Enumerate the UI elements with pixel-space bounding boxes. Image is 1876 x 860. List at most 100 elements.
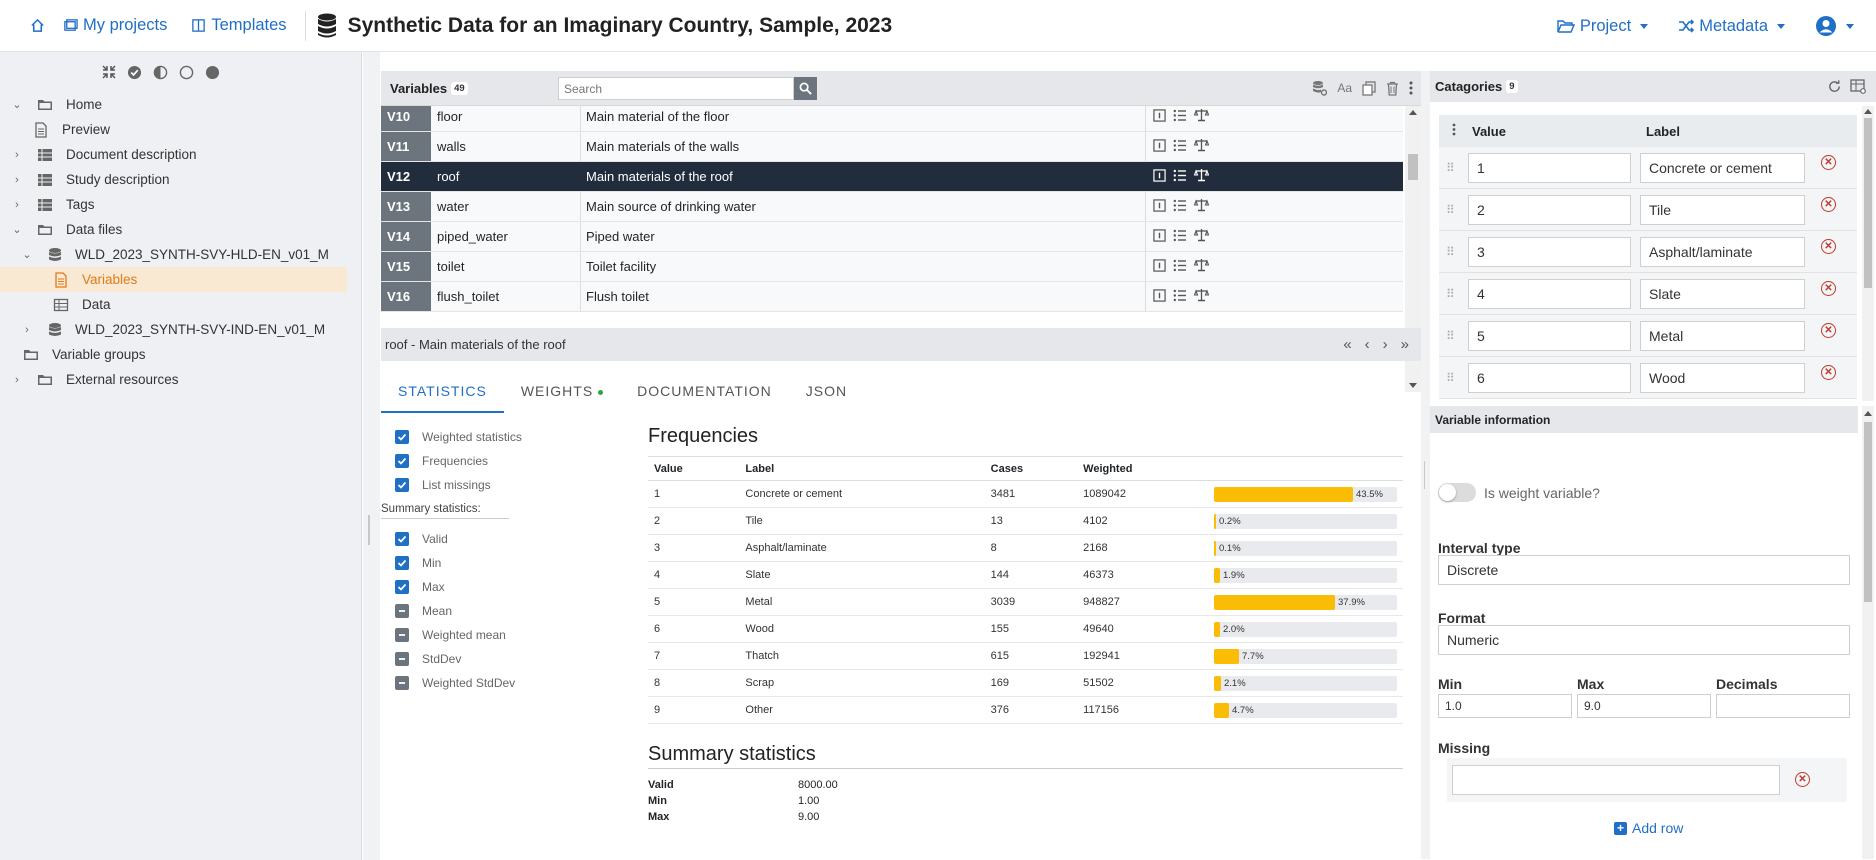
- category-value-field[interactable]: 1: [1468, 153, 1631, 183]
- checkbox-icon[interactable]: [395, 580, 409, 594]
- scroll-up-arrow[interactable]: [1409, 110, 1417, 115]
- chevron-down-icon[interactable]: ⌄: [12, 99, 22, 111]
- option-checkbox[interactable]: Weighted statistics: [395, 425, 595, 449]
- option-checkbox[interactable]: Mean: [395, 599, 595, 623]
- weight-scale-icon[interactable]: [1193, 138, 1210, 155]
- tab-json[interactable]: JSON: [789, 373, 864, 413]
- empty-circle-icon[interactable]: [179, 64, 195, 80]
- text-case-icon[interactable]: Aa: [1337, 81, 1352, 95]
- scroll-thumb[interactable]: [1864, 118, 1872, 288]
- checkbox-icon[interactable]: [395, 628, 409, 642]
- project-menu[interactable]: Project: [1557, 17, 1649, 36]
- tree-item-home[interactable]: ⌄ Home: [0, 92, 361, 117]
- chevron-down-icon[interactable]: ⌄: [12, 224, 22, 236]
- category-label-field[interactable]: Wood: [1640, 363, 1805, 393]
- tab-weights[interactable]: WEIGHTS: [504, 373, 620, 413]
- value-icon[interactable]: [1153, 228, 1166, 245]
- category-value-field[interactable]: 3: [1468, 237, 1631, 267]
- category-value-field[interactable]: 2: [1468, 195, 1631, 225]
- remove-category-icon[interactable]: ✕: [1821, 281, 1836, 296]
- next-page-icon[interactable]: ›: [1383, 336, 1388, 353]
- checkbox-icon[interactable]: [395, 652, 409, 666]
- tree-item-hld-dataset[interactable]: ⌄ WLD_2023_SYNTH-SVY-HLD-EN_v01_M: [0, 242, 361, 267]
- checkbox-icon[interactable]: [395, 532, 409, 546]
- remove-category-icon[interactable]: ✕: [1821, 197, 1836, 212]
- chevron-right-icon[interactable]: ›: [12, 199, 22, 211]
- tree-item-document-description[interactable]: › Document description: [0, 142, 361, 167]
- tab-statistics[interactable]: STATISTICS: [381, 373, 504, 413]
- add-row-button[interactable]: + Add row: [1614, 820, 1683, 836]
- remove-category-icon[interactable]: ✕: [1821, 239, 1836, 254]
- value-icon[interactable]: [1153, 108, 1166, 125]
- value-icon[interactable]: [1153, 198, 1166, 215]
- category-value-field[interactable]: 6: [1468, 363, 1631, 393]
- tree-item-external-resources[interactable]: › External resources: [0, 367, 361, 392]
- value-icon[interactable]: [1153, 168, 1166, 185]
- category-row[interactable]: ⠿ 3 Asphalt/laminate ✕: [1439, 231, 1857, 273]
- tree-item-tags[interactable]: › Tags: [0, 192, 361, 217]
- checkbox-icon[interactable]: [395, 604, 409, 618]
- chevron-down-icon[interactable]: ⌄: [22, 249, 32, 261]
- category-row[interactable]: ⠿ 4 Slate ✕: [1439, 273, 1857, 315]
- value-icon[interactable]: [1153, 138, 1166, 155]
- option-checkbox[interactable]: Weighted mean: [395, 623, 595, 647]
- table-row[interactable]: V13 water Main source of drinking water: [381, 192, 1403, 222]
- category-label-field[interactable]: Slate: [1640, 279, 1805, 309]
- table-row[interactable]: V10 floor Main material of the floor: [381, 106, 1403, 132]
- checkbox-icon[interactable]: [395, 430, 409, 444]
- table-row[interactable]: V11 walls Main materials of the walls: [381, 132, 1403, 162]
- scroll-up-arrow[interactable]: [1864, 109, 1872, 114]
- drag-handle-icon[interactable]: ⠿: [1446, 287, 1455, 301]
- chevron-right-icon[interactable]: ›: [12, 374, 22, 386]
- weight-scale-icon[interactable]: [1193, 258, 1210, 275]
- kebab-menu-icon[interactable]: [1409, 81, 1413, 95]
- option-checkbox[interactable]: List missings: [395, 473, 595, 497]
- list-icon[interactable]: [1173, 199, 1187, 215]
- tree-item-variables[interactable]: Variables: [0, 267, 347, 292]
- remove-category-icon[interactable]: ✕: [1821, 155, 1836, 170]
- chevron-right-icon[interactable]: ›: [12, 174, 22, 186]
- weight-scale-icon[interactable]: [1193, 108, 1210, 125]
- list-icon[interactable]: [1173, 229, 1187, 245]
- tab-documentation[interactable]: DOCUMENTATION: [620, 373, 789, 413]
- database-settings-icon[interactable]: [1311, 80, 1328, 96]
- scroll-thumb[interactable]: [1864, 422, 1872, 602]
- weight-scale-icon[interactable]: [1193, 168, 1210, 185]
- checkbox-icon[interactable]: [395, 478, 409, 492]
- remove-category-icon[interactable]: ✕: [1821, 323, 1836, 338]
- tree-item-variable-groups[interactable]: Variable groups: [0, 342, 361, 367]
- table-row[interactable]: V12 roof Main materials of the roof: [381, 162, 1403, 192]
- tree-item-data-files[interactable]: ⌄ Data files: [0, 217, 361, 242]
- weight-scale-icon[interactable]: [1193, 198, 1210, 215]
- half-circle-icon[interactable]: [153, 64, 169, 80]
- list-icon[interactable]: [1173, 169, 1187, 185]
- checkbox-icon[interactable]: [395, 454, 409, 468]
- list-icon[interactable]: [1173, 109, 1187, 125]
- table-row[interactable]: V16 flush_toilet Flush toilet: [381, 282, 1403, 312]
- category-row[interactable]: ⠿ 6 Wood ✕: [1439, 357, 1857, 399]
- checkbox-icon[interactable]: [395, 556, 409, 570]
- filled-circle-icon[interactable]: [205, 64, 221, 80]
- my-projects-link[interactable]: My projects: [63, 16, 167, 35]
- last-page-icon[interactable]: »: [1401, 336, 1409, 353]
- checkbox-icon[interactable]: [395, 676, 409, 690]
- chevron-right-icon[interactable]: ›: [12, 149, 22, 161]
- list-icon[interactable]: [1173, 259, 1187, 275]
- chevron-right-icon[interactable]: ›: [22, 324, 32, 336]
- trash-icon[interactable]: [1386, 81, 1399, 96]
- drag-handle-icon[interactable]: ⠿: [1446, 161, 1455, 175]
- kebab-menu-icon[interactable]: [1452, 123, 1466, 139]
- missing-value-field[interactable]: [1452, 765, 1780, 795]
- category-label-field[interactable]: Concrete or cement: [1640, 153, 1805, 183]
- categories-scrollbar[interactable]: [1862, 106, 1874, 401]
- category-row[interactable]: ⠿ 5 Metal ✕: [1439, 315, 1857, 357]
- templates-link[interactable]: Templates: [191, 16, 287, 35]
- remove-category-icon[interactable]: ✕: [1821, 365, 1836, 380]
- max-field[interactable]: 9.0: [1577, 694, 1711, 718]
- weight-scale-icon[interactable]: [1193, 288, 1210, 305]
- tree-item-preview[interactable]: Preview: [0, 117, 361, 142]
- table-row[interactable]: V14 piped_water Piped water: [381, 222, 1403, 252]
- tree-item-data[interactable]: Data: [0, 292, 361, 317]
- min-field[interactable]: 1.0: [1438, 694, 1572, 718]
- drag-handle-icon[interactable]: ⠿: [1446, 203, 1455, 217]
